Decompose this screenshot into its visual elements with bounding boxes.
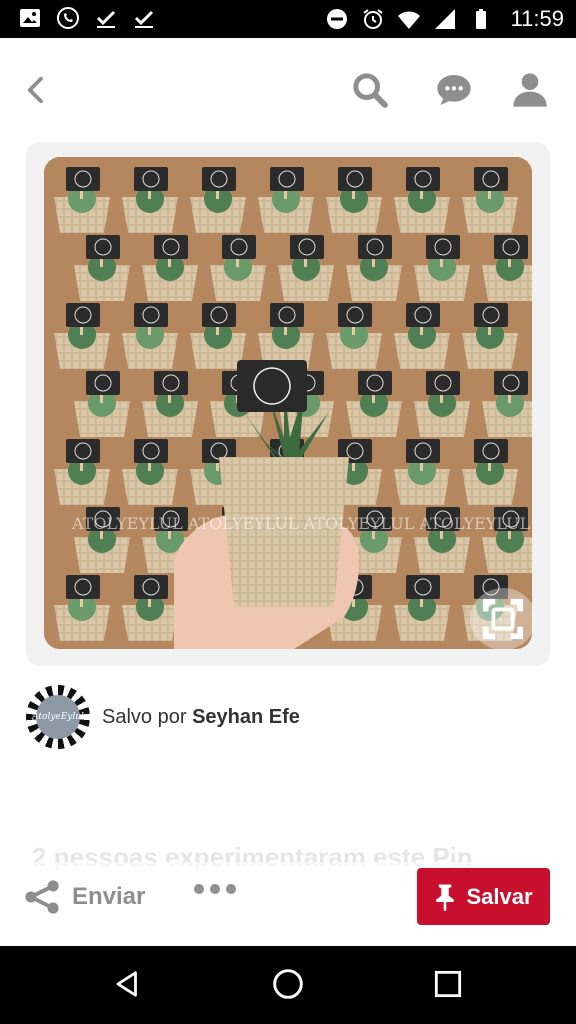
do-not-disturb-icon	[326, 9, 347, 29]
avatar[interactable]: AtolyeEylul	[26, 685, 90, 749]
wifi-icon	[397, 11, 420, 29]
save-label: Salvar	[466, 883, 533, 909]
save-button[interactable]: Salvar	[417, 868, 550, 925]
expand-icon	[482, 598, 524, 640]
pin-icon	[436, 884, 455, 911]
top-nav	[0, 38, 576, 142]
messages-icon[interactable]	[432, 68, 476, 112]
avatar-label: AtolyeEylul	[32, 695, 84, 739]
download-done-icon	[134, 10, 154, 28]
image-icon	[20, 9, 40, 27]
back-icon[interactable]	[14, 68, 58, 112]
battery-icon	[475, 9, 486, 29]
signal-icon	[434, 9, 455, 29]
search-icon[interactable]	[348, 68, 392, 112]
home-nav-icon[interactable]	[268, 964, 308, 1004]
watermark-text: ATOLYEYLUL ATOLYEYLUL ATOLYEYLUL ATOLYEY…	[71, 514, 531, 533]
share-button[interactable]: Enviar	[22, 878, 145, 916]
download-done-icon	[96, 10, 116, 28]
saved-by-prefix: Salvo por	[102, 705, 187, 728]
succulent-favors-photo: ATOLYEYLUL ATOLYEYLUL ATOLYEYLUL ATOLYEY…	[44, 157, 532, 649]
system-nav-bar	[0, 946, 576, 1024]
saved-by-row[interactable]: AtolyeEylul Salvo por Seyhan Efe	[26, 684, 300, 750]
back-nav-icon[interactable]	[108, 964, 148, 1004]
action-bar: Enviar Salvar	[0, 862, 576, 946]
whatsapp-icon	[57, 7, 79, 29]
share-label: Enviar	[72, 883, 146, 910]
expand-button[interactable]	[470, 588, 536, 650]
saved-by-user[interactable]: Seyhan Efe	[192, 706, 300, 728]
pin-image[interactable]: ATOLYEYLUL ATOLYEYLUL ATOLYEYLUL ATOLYEY…	[44, 157, 532, 649]
more-options-icon[interactable]	[194, 884, 236, 894]
profile-icon[interactable]	[508, 68, 552, 112]
alarm-icon	[362, 9, 383, 29]
share-icon	[25, 880, 59, 914]
saved-by-text: Salvo por Seyhan Efe	[102, 706, 300, 729]
status-time: 11:59	[510, 6, 564, 31]
status-bar: 11:59	[0, 0, 576, 38]
recents-nav-icon[interactable]	[428, 964, 468, 1004]
